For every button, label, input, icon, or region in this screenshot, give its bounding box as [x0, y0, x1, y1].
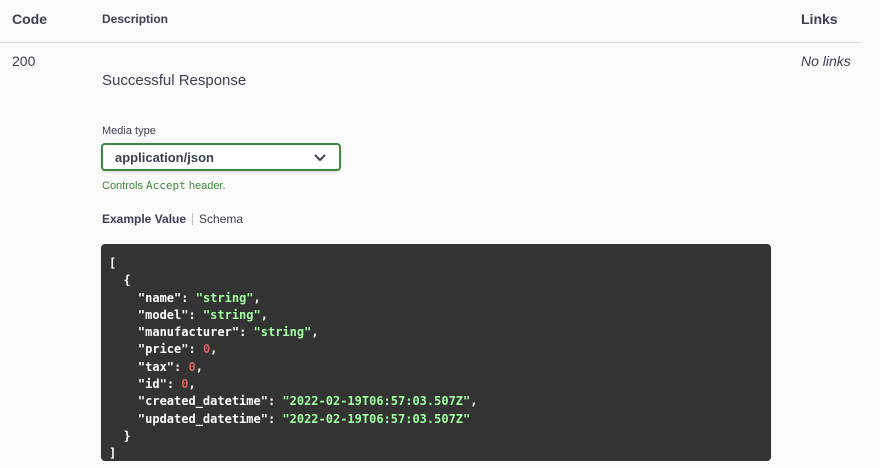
media-type-label: Media type	[102, 125, 156, 137]
tab-example-value[interactable]: Example Value	[102, 212, 186, 226]
controls-prefix: Controls	[102, 180, 143, 192]
response-links: No links	[801, 53, 851, 69]
json-line-id: "id": 0,	[137, 377, 196, 392]
response-description: Successful Response	[102, 72, 247, 89]
example-value-code-block[interactable]: [ { "name": "string", "model": "string",…	[101, 244, 771, 461]
json-value: "string"	[253, 325, 312, 340]
media-type-selected-value: application/json	[115, 150, 214, 165]
json-close-brace: }	[123, 428, 131, 443]
json-line-name: "name": "string",	[137, 290, 261, 305]
header-description: Description	[102, 12, 169, 26]
responses-section: Code Description Links 200 No links Succ…	[0, 0, 880, 468]
responses-table-header: Code Description Links	[0, 0, 860, 43]
json-key: "tax"	[137, 359, 175, 374]
json-key: "updated_datetime"	[137, 411, 268, 426]
json-key: "manufacturer"	[137, 325, 240, 340]
json-value: 0	[202, 342, 211, 357]
json-line-manufacturer: "manufacturer": "string",	[137, 325, 319, 340]
json-open-brace: {	[123, 273, 131, 288]
json-value: "2022-02-19T06:57:03.507Z"	[282, 411, 471, 426]
json-line-price: "price": 0,	[137, 342, 218, 357]
response-code: 200	[12, 53, 36, 69]
json-value: 0	[181, 377, 189, 392]
controls-suffix: header.	[188, 180, 226, 192]
json-open-bracket: [	[109, 256, 117, 270]
json-close-bracket: ]	[109, 446, 117, 461]
tab-schema[interactable]: Schema	[199, 212, 243, 226]
json-line-tax: "tax": 0,	[137, 359, 203, 374]
json-key: "created_datetime"	[137, 394, 268, 409]
json-line-updated_datetime: "updated_datetime": "2022-02-19T06:57:03…	[137, 411, 471, 426]
example-schema-tabs: Example Value Schema	[102, 212, 243, 226]
json-value: "string"	[195, 290, 254, 305]
header-code: Code	[12, 11, 47, 27]
json-key: "name"	[137, 290, 182, 305]
json-value: "string"	[202, 307, 261, 322]
json-value: "2022-02-19T06:57:03.507Z"	[282, 394, 471, 409]
json-key: "price"	[137, 342, 189, 357]
json-line-model: "model": "string",	[137, 307, 268, 322]
json-line-created_datetime: "created_datetime": "2022-02-19T06:57:03…	[137, 394, 478, 409]
controls-accept-header-note: Controls Accept header.	[102, 179, 226, 192]
chevron-down-icon	[314, 154, 326, 161]
json-key: "id"	[137, 377, 167, 392]
accept-header-name: Accept	[146, 179, 186, 192]
example-json: [ { "name": "string", "model": "string",…	[109, 255, 763, 463]
media-type-select[interactable]: application/json	[101, 143, 341, 171]
header-links: Links	[801, 11, 838, 27]
tab-divider	[192, 213, 194, 225]
json-value: 0	[188, 359, 196, 374]
json-key: "model"	[137, 307, 189, 322]
